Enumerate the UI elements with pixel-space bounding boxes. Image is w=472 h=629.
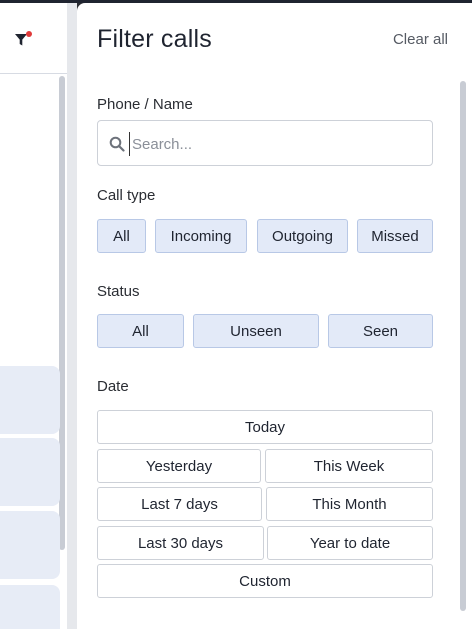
panel-scrollbar[interactable]: [460, 81, 466, 611]
background-list-item[interactable]: [0, 511, 60, 579]
top-edge: [0, 0, 472, 3]
status-seen-button[interactable]: Seen: [328, 314, 433, 348]
filter-panel: Filter calls Clear all Phone / Name Call…: [77, 3, 472, 629]
date-last-30-days-button[interactable]: Last 30 days: [97, 526, 264, 560]
background-list-item[interactable]: [0, 438, 60, 506]
phone-name-label: Phone / Name: [97, 96, 193, 113]
date-label: Date: [97, 378, 129, 395]
call-type-label: Call type: [97, 187, 156, 204]
status-label: Status: [97, 283, 140, 300]
background-list-item[interactable]: [0, 366, 60, 434]
notification-dot: [26, 31, 32, 37]
date-year-to-date-button[interactable]: Year to date: [267, 526, 433, 560]
search-icon: [109, 136, 125, 152]
panel-title: Filter calls: [97, 25, 212, 53]
call-type-missed-button[interactable]: Missed: [357, 219, 433, 253]
date-yesterday-button[interactable]: Yesterday: [97, 449, 261, 483]
date-this-week-button[interactable]: This Week: [265, 449, 433, 483]
background-header: [0, 3, 67, 74]
panel-divider: [67, 0, 77, 629]
status-all-button[interactable]: All: [97, 314, 184, 348]
date-custom-button[interactable]: Custom: [97, 564, 433, 598]
call-type-all-button[interactable]: All: [97, 219, 146, 253]
filter-icon[interactable]: [14, 31, 32, 49]
background-app: [0, 0, 67, 629]
background-list-item[interactable]: [0, 585, 60, 629]
search-input[interactable]: [129, 132, 419, 156]
clear-all-button[interactable]: Clear all: [393, 31, 448, 48]
call-type-incoming-button[interactable]: Incoming: [155, 219, 247, 253]
status-unseen-button[interactable]: Unseen: [193, 314, 319, 348]
date-today-button[interactable]: Today: [97, 410, 433, 444]
date-this-month-button[interactable]: This Month: [266, 487, 433, 521]
search-field[interactable]: [97, 120, 433, 166]
date-last-7-days-button[interactable]: Last 7 days: [97, 487, 262, 521]
call-type-outgoing-button[interactable]: Outgoing: [257, 219, 348, 253]
